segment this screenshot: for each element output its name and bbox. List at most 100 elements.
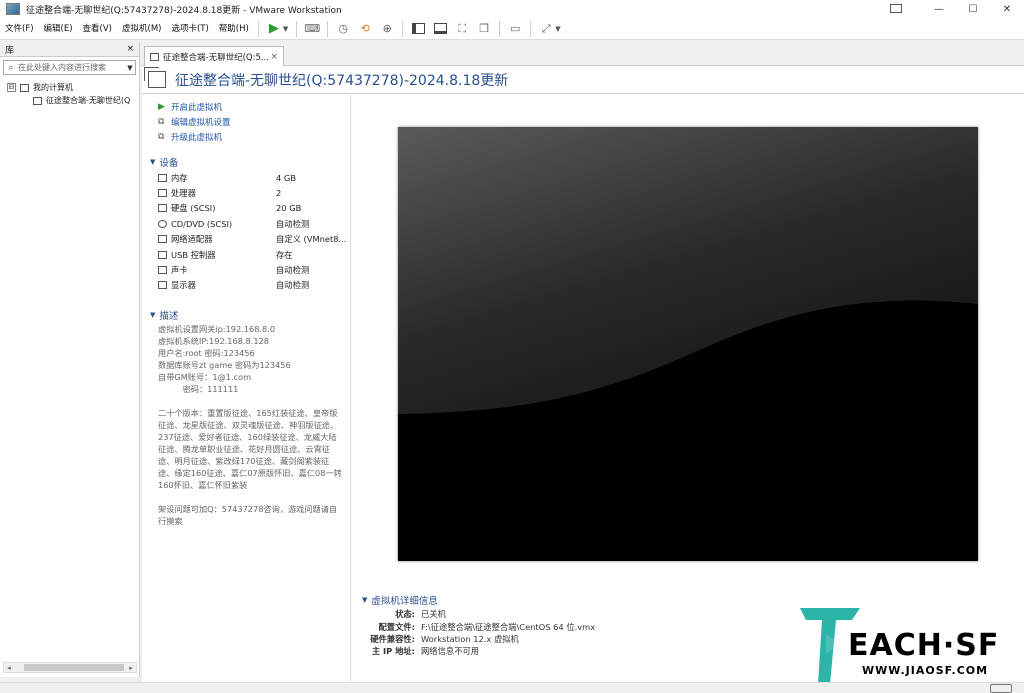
collapse-triangle-icon[interactable]: ▼ — [150, 158, 155, 166]
description-line: 虚拟机系统IP:192.168.8.128 — [158, 336, 269, 347]
library-close-icon[interactable]: × — [126, 44, 134, 54]
send-ctrl-alt-del-icon[interactable]: ⌨ — [301, 19, 323, 39]
vm-tab-icon — [150, 52, 159, 61]
device-usb[interactable]: USB 控制器 存在 — [142, 247, 350, 262]
power-on-icon[interactable]: ▶ — [263, 19, 285, 39]
library-title: 库 — [5, 45, 15, 56]
vm-header: 征途整合端-无聊世纪(Q:57437278)-2024.8.18更新 — [142, 66, 1024, 94]
device-memory[interactable]: 内存 4 GB — [142, 170, 350, 185]
unity-icon[interactable]: ❐ — [473, 19, 495, 39]
device-value: 自定义 (VMnet8... — [276, 234, 347, 245]
watermark-url: WWW.JIAOSF.COM — [862, 664, 989, 677]
device-name: 内存 — [171, 172, 188, 183]
description-line: 架设问题可加Q：57437278咨询，游戏问题请自 — [158, 504, 338, 515]
status-grip-icon — [990, 684, 1012, 693]
vm-title: 征途整合端-无聊世纪(Q:57437278)-2024.8.18更新 — [175, 72, 509, 89]
menu-tabs[interactable]: 选项卡(T) — [166, 18, 213, 40]
vm-description[interactable]: 虚拟机设置网关ip:192.168.8.0 虚拟机系统IP:192.168.8.… — [142, 323, 350, 527]
menu-edit[interactable]: 编辑(E) — [39, 18, 78, 40]
device-name: CD/DVD (SCSI) — [171, 218, 233, 229]
edit-settings-icon: ⧉ — [158, 116, 165, 127]
display-icon — [158, 281, 167, 290]
device-value: 自动检测 — [276, 280, 310, 291]
close-window-button[interactable]: ✕ — [990, 0, 1024, 18]
snapshot-icon[interactable]: ◷ — [332, 19, 354, 39]
title-bar: 征途整合端-无聊世纪(Q:57437278)-2024.8.18更新 - VMw… — [0, 0, 1024, 18]
menu-help[interactable]: 帮助(H) — [214, 18, 254, 40]
thumbnail-bar-icon[interactable] — [429, 19, 451, 39]
upgrade-vm-label: 升级此虚拟机 — [171, 132, 223, 143]
upgrade-vm-link[interactable]: ⧉ 升级此虚拟机 — [142, 129, 350, 144]
toolbar-separator — [296, 20, 298, 37]
library-pane: 库 × ⌕ 在此处键入内容进行搜索 ▼ ⊟ 我的计算机 征途整合端-无聊世纪(Q… — [0, 42, 140, 677]
description-line: 行摸索 — [158, 516, 183, 527]
tab-close-icon[interactable]: × — [270, 52, 278, 62]
device-network[interactable]: 网络适配器 自定义 (VMnet8... — [142, 232, 350, 247]
power-on-vm-link[interactable]: ▶ 开启此虚拟机 — [142, 99, 350, 114]
devices-section-header[interactable]: ▼ 设备 — [142, 154, 350, 170]
detail-value: Workstation 12.x 虚拟机 — [421, 633, 519, 644]
edit-vm-settings-label: 编辑虚拟机设置 — [171, 117, 231, 128]
fullscreen-icon[interactable]: ⛶ — [451, 19, 473, 39]
computer-icon — [20, 83, 29, 92]
minimize-button[interactable]: — — [922, 0, 956, 18]
stretch-guest-icon[interactable]: ⤢ — [535, 19, 557, 39]
collapse-triangle-icon[interactable]: ▼ — [150, 311, 155, 319]
vm-screen-preview[interactable] — [398, 127, 978, 561]
tab-vm[interactable]: 征途整合端-无聊世纪(Q:5... × — [144, 46, 284, 66]
device-value: 20 GB — [276, 203, 302, 214]
search-placeholder: 在此处键入内容进行搜索 — [18, 63, 106, 72]
scroll-right-icon[interactable]: ▸ — [126, 664, 136, 672]
detail-key: 配置文件: — [378, 621, 415, 632]
description-line: 征途、龙星版征途、双灵魂版征途、神羽版征途、 — [158, 420, 339, 431]
collapse-triangle-icon[interactable]: ▼ — [362, 596, 367, 604]
device-cpu[interactable]: 处理器 2 — [142, 185, 350, 200]
menu-toolbar: 文件(F) 编辑(E) 查看(V) 虚拟机(M) 选项卡(T) 帮助(H) ▶ … — [0, 18, 1024, 40]
description-line: 征途、腾龙单职业征途、花好月圆征途、云霄征 — [158, 444, 330, 455]
description-heading: 描述 — [159, 311, 179, 323]
edit-vm-settings-link[interactable]: ⧉ 编辑虚拟机设置 — [142, 114, 350, 129]
revert-snapshot-icon[interactable]: ⟲ — [354, 19, 376, 39]
maximize-button[interactable]: ☐ — [956, 0, 990, 18]
detail-value: 网络信息不可用 — [421, 646, 480, 657]
watermark-brand: EACH·SF — [848, 628, 1000, 663]
snapshot-manager-icon[interactable]: ⊕ — [376, 19, 398, 39]
scroll-left-icon[interactable]: ◂ — [4, 664, 14, 672]
toolbar-separator — [402, 20, 404, 37]
search-icon: ⌕ — [8, 62, 14, 73]
device-hard-disk[interactable]: 硬盘 (SCSI) 20 GB — [142, 201, 350, 216]
library-search-input[interactable]: ⌕ 在此处键入内容进行搜索 ▼ — [3, 60, 136, 75]
display-mode-icon[interactable] — [890, 4, 902, 13]
upgrade-icon: ⧉ — [158, 131, 165, 142]
menu-view[interactable]: 查看(V) — [78, 18, 117, 40]
console-view-icon[interactable]: ▭ — [504, 19, 526, 39]
device-value: 4 GB — [276, 172, 297, 183]
library-horizontal-scrollbar[interactable]: ◂ ▸ — [3, 662, 137, 673]
library-view-icon[interactable] — [407, 19, 429, 39]
cpu-icon — [158, 189, 167, 198]
vmware-app-icon — [6, 3, 20, 15]
power-dropdown-icon[interactable]: ▼ — [283, 25, 288, 33]
description-line — [158, 395, 344, 407]
toolbar-separator — [530, 20, 532, 37]
usb-icon — [158, 250, 167, 259]
device-name: 声卡 — [171, 265, 188, 276]
description-section-header[interactable]: ▼ 描述 — [142, 307, 350, 323]
collapse-icon[interactable]: ⊟ — [7, 83, 16, 92]
tree-label-vm: 征途整合端-无聊世纪(Q — [46, 96, 131, 105]
device-display[interactable]: 显示器 自动检测 — [142, 278, 350, 293]
device-cd-dvd[interactable]: CD/DVD (SCSI) 自动检测 — [142, 216, 350, 231]
scrollbar-thumb[interactable] — [24, 664, 124, 671]
tree-item-my-computer[interactable]: ⊟ 我的计算机 — [0, 81, 139, 94]
hard-disk-icon — [158, 204, 167, 213]
device-sound[interactable]: 声卡 自动检测 — [142, 262, 350, 277]
detail-key: 主 IP 地址: — [371, 646, 415, 657]
device-value: 2 — [276, 188, 282, 199]
search-dropdown-icon[interactable]: ▼ — [125, 64, 135, 72]
toolbar-separator — [257, 20, 259, 37]
library-tree: ⊟ 我的计算机 征途整合端-无聊世纪(Q — [0, 81, 139, 107]
menu-file[interactable]: 文件(F) — [0, 18, 39, 40]
menu-vm[interactable]: 虚拟机(M) — [117, 18, 166, 40]
stretch-dropdown-icon[interactable]: ▼ — [555, 25, 560, 33]
tree-item-vm[interactable]: 征途整合端-无聊世纪(Q — [0, 94, 139, 107]
